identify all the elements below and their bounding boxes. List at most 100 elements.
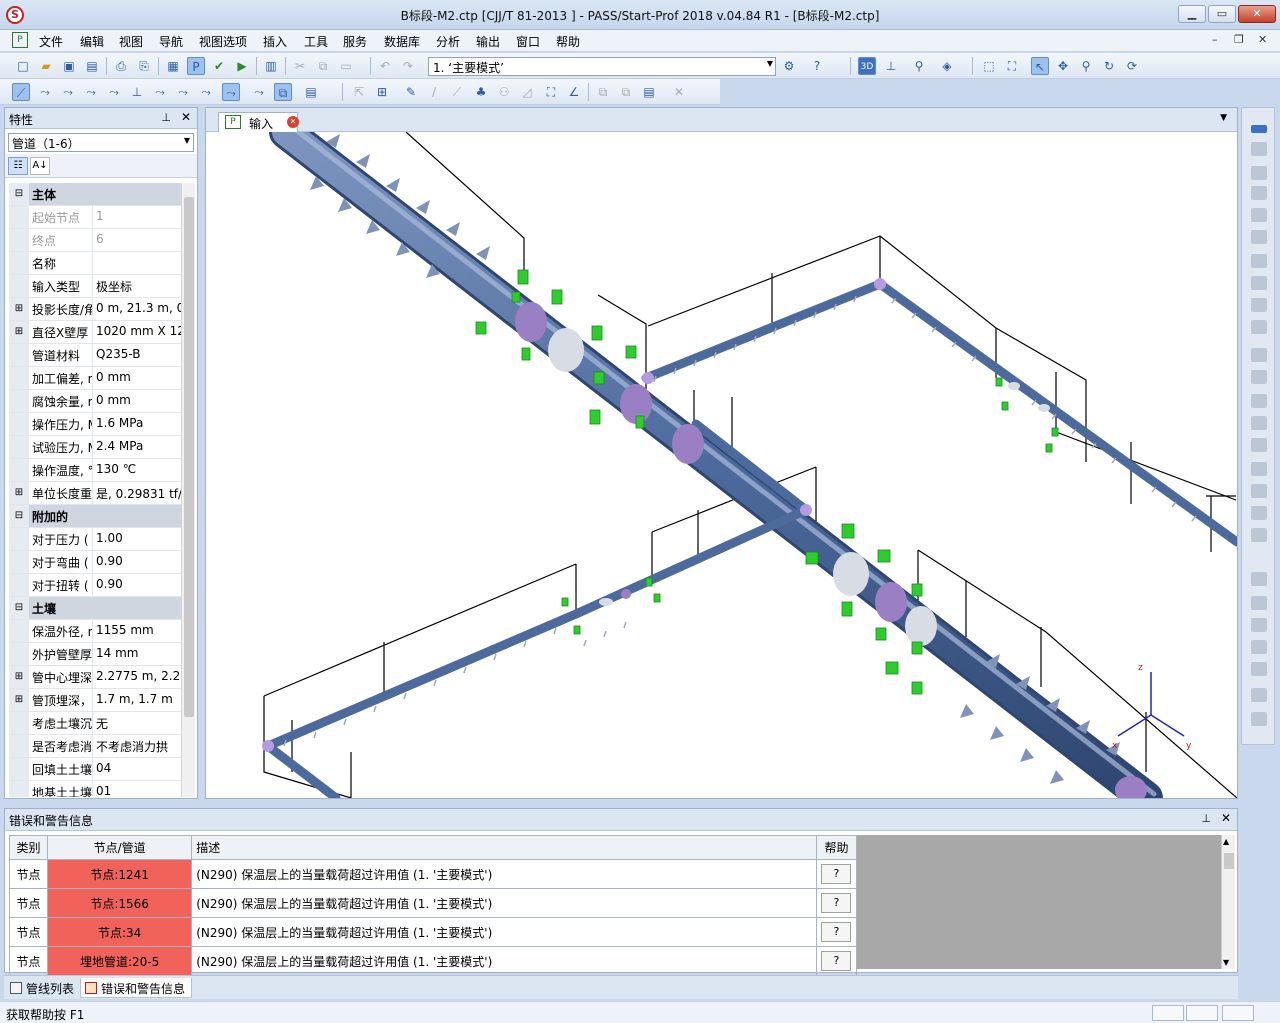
help-button[interactable]: ? <box>821 922 852 942</box>
property-value[interactable]: 1155 mm <box>93 620 181 642</box>
property-row[interactable]: 考虑土壤沉无 <box>9 712 181 735</box>
property-row[interactable]: ⊞ 单位长度重 是, 0.29831 tf/ <box>9 482 181 505</box>
undo-icon[interactable]: ↶ <box>376 57 394 75</box>
collapse-icon[interactable]: ⊟ <box>9 597 29 619</box>
gauge-palette-icon[interactable] <box>1251 688 1267 702</box>
expand-icon[interactable]: ⊞ <box>9 689 29 711</box>
minimize-button[interactable]: ▁ <box>1178 5 1206 23</box>
zoom-extent-icon[interactable]: ⛶ <box>1003 57 1021 75</box>
error-node[interactable]: 节点:1241 <box>47 859 193 889</box>
menu-file[interactable]: 文件 <box>39 33 63 50</box>
branch-icon[interactable]: ♣ <box>472 83 490 101</box>
layer-icon[interactable]: ⚇ <box>495 83 513 101</box>
valve-palette-icon[interactable] <box>1251 208 1267 222</box>
property-row[interactable]: 外护管壁厚 14 mm <box>9 643 181 666</box>
node-edit-icon[interactable]: ⤳ <box>222 83 240 101</box>
guide-palette-icon[interactable] <box>1251 370 1267 384</box>
property-row[interactable]: 终点 6 <box>9 229 181 252</box>
property-value[interactable]: Q235-B <box>93 344 181 366</box>
zoom-window-icon[interactable]: ⬚ <box>980 57 998 75</box>
mdi-minimize-button[interactable]: – <box>1212 33 1218 46</box>
expand-icon[interactable]: ⊞ <box>9 666 29 688</box>
spring-palette-icon[interactable] <box>1251 438 1267 452</box>
save-icon[interactable]: ▣ <box>60 57 78 75</box>
menu-analysis[interactable]: 分析 <box>436 33 460 50</box>
property-row[interactable]: 腐蚀余量, m0 mm <box>9 390 181 413</box>
angle-icon[interactable]: ∠ <box>565 83 583 101</box>
tab-errors[interactable]: 错误和警告信息 <box>80 978 193 998</box>
property-row[interactable]: 操作温度, ° 130 ℃ <box>9 459 181 482</box>
print-icon[interactable]: ⎘ <box>135 57 153 75</box>
mode-settings-icon[interactable]: ⚙ <box>780 57 798 75</box>
property-value[interactable]: 不考虑消力拱 <box>93 735 181 757</box>
close-button[interactable]: ✕ <box>1238 5 1276 23</box>
slope-icon[interactable]: ◿ <box>518 83 536 101</box>
property-row[interactable]: ⊞ 直径X壁厚 1020 mm X 12 <box>9 321 181 344</box>
chevron-down-icon[interactable]: ▼ <box>1220 113 1227 123</box>
open-folder-icon[interactable]: ▰ <box>37 57 55 75</box>
sensor-palette-icon[interactable] <box>1251 662 1267 676</box>
property-value[interactable]: 0 mm <box>93 367 181 389</box>
property-value[interactable]: 是, 0.29831 tf/ <box>93 482 181 504</box>
nozzle-palette-icon[interactable] <box>1251 618 1267 632</box>
property-row[interactable]: 名称 <box>9 252 181 275</box>
property-value[interactable]: 1.7 m, 1.7 m <box>93 689 181 711</box>
property-section[interactable]: ⊟ 附加的 <box>9 505 181 528</box>
property-value[interactable]: 0.90 <box>93 574 181 596</box>
measure-icon[interactable]: ∕ <box>425 83 443 101</box>
property-value[interactable]: 2.2775 m, 2.27 <box>93 666 181 688</box>
anchor-palette-icon[interactable] <box>1251 348 1267 362</box>
report-icon[interactable]: ▦ <box>164 57 182 75</box>
menu-navigate[interactable]: 导航 <box>159 33 183 50</box>
3d-view-icon[interactable]: 3D <box>858 57 876 75</box>
property-row[interactable]: 对于扭转 (0.90 <box>9 574 181 597</box>
bellows-palette-icon[interactable] <box>1251 276 1267 290</box>
save-as-icon[interactable]: ▤ <box>83 57 101 75</box>
pipe-insert-icon[interactable]: ⟋ <box>12 83 30 101</box>
split-icon[interactable]: ⤳ <box>250 83 268 101</box>
menu-view[interactable]: 视图 <box>119 33 143 50</box>
pan-icon[interactable]: ✥ <box>1054 57 1072 75</box>
stop-palette-icon[interactable] <box>1251 416 1267 430</box>
menu-database[interactable]: 数据库 <box>384 33 420 50</box>
property-value[interactable] <box>93 252 181 274</box>
projection-icon[interactable]: ◈ <box>938 57 956 75</box>
menu-edit[interactable]: 编辑 <box>80 33 104 50</box>
cut-icon[interactable]: ✂ <box>291 57 309 75</box>
list-icon[interactable]: ▤ <box>640 83 658 101</box>
mdi-close-button[interactable]: ✕ <box>1258 33 1267 46</box>
property-row[interactable]: 地基土土壤 01 <box>9 781 181 797</box>
error-node[interactable]: 埋地管道:20-5 <box>47 946 193 976</box>
vessel-palette-icon[interactable] <box>1251 596 1267 610</box>
pipe-palette-icon[interactable] <box>1251 125 1267 133</box>
reducer-insert-icon[interactable]: ⤳ <box>82 83 100 101</box>
expand-icon[interactable]: ⊞ <box>9 298 29 320</box>
base-palette-icon[interactable] <box>1251 528 1267 542</box>
help-button[interactable]: ? <box>821 951 852 971</box>
menu-insert[interactable]: 插入 <box>263 33 287 50</box>
refresh-icon[interactable]: ⟳ <box>1123 57 1141 75</box>
property-row[interactable]: 操作压力, M 1.6 MPa <box>9 413 181 436</box>
property-section[interactable]: ⊟ 主体 <box>9 183 181 206</box>
ungroup-icon[interactable]: ⧉ <box>617 83 635 101</box>
property-row[interactable]: 对于弯曲 (0.90 <box>9 551 181 574</box>
group-icon[interactable]: ⧉ <box>594 83 612 101</box>
valve-insert-icon[interactable]: ⤳ <box>105 83 123 101</box>
property-value[interactable]: 2.4 MPa <box>93 436 181 458</box>
clamp-palette-icon[interactable] <box>1251 298 1267 312</box>
property-row[interactable]: 是否考虑消 不考虑消力拱 <box>9 735 181 758</box>
property-row[interactable]: 保温外径, m 1155 mm <box>9 620 181 643</box>
select-pointer-icon[interactable]: ↖ <box>1031 57 1049 75</box>
scroll-down-icon[interactable]: ▼ <box>1223 958 1229 967</box>
property-value[interactable]: 极坐标 <box>93 275 181 297</box>
tee-insert-icon[interactable]: ⤳ <box>59 83 77 101</box>
column-header-help[interactable]: 帮助 <box>815 835 858 860</box>
menu-help[interactable]: 帮助 <box>556 33 580 50</box>
check-icon[interactable]: ✔ <box>210 57 228 75</box>
flange-palette-icon[interactable] <box>1251 230 1267 244</box>
close-tab-icon[interactable]: ✕ <box>287 116 299 128</box>
tree-icon[interactable]: ⊞ <box>373 83 391 101</box>
rotate-icon[interactable]: ↻ <box>1100 57 1118 75</box>
maximize-button[interactable]: ▭ <box>1208 5 1236 23</box>
delete-icon[interactable]: ✕ <box>670 83 688 101</box>
